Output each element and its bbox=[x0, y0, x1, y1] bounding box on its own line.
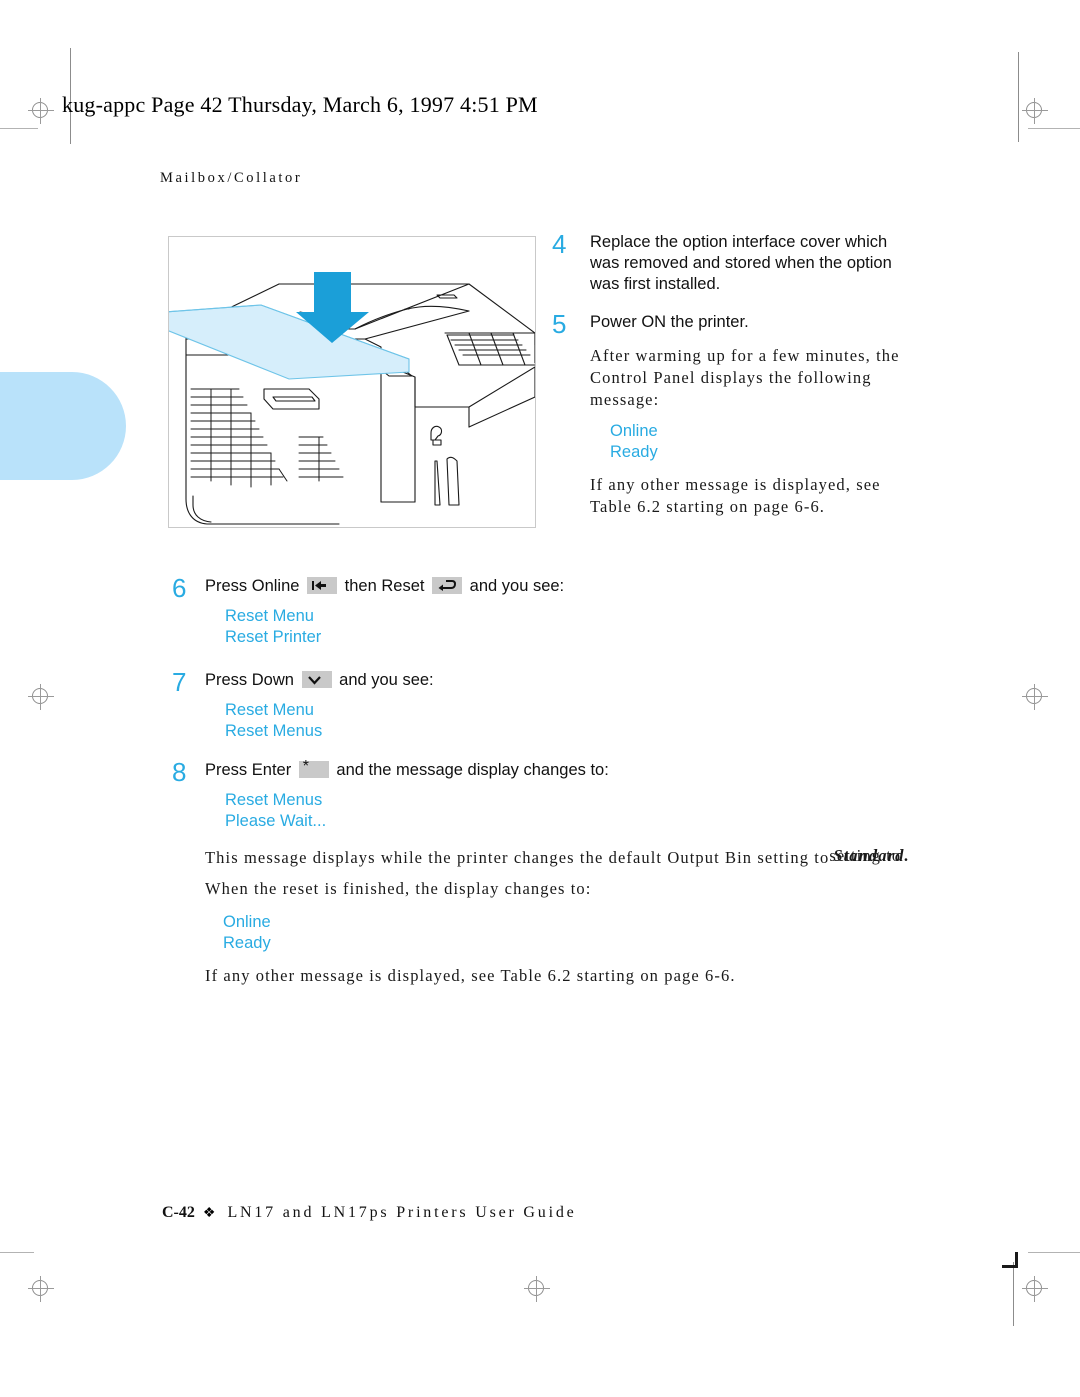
closing-display-line-2: Ready bbox=[223, 934, 271, 952]
trim-line-right bbox=[1018, 52, 1019, 142]
step-4-line-1: Replace the option interface cover which bbox=[590, 233, 888, 251]
printer-line-art bbox=[169, 272, 535, 525]
trim-line-top-right bbox=[1028, 128, 1080, 129]
manual-page: kug-appc Page 42 Thursday, March 6, 1997… bbox=[0, 0, 1080, 1397]
registration-mark-top-right bbox=[1022, 98, 1048, 124]
step-5-subparagraph: After warming up for a few minutes, the … bbox=[590, 345, 952, 411]
step-8-display-line-2: Please Wait... bbox=[225, 812, 327, 830]
step-5-sub-line-3: message: bbox=[590, 390, 660, 409]
step-8-display-message: Reset Menus Please Wait... bbox=[225, 790, 872, 832]
trim-line-bottom-edge-left bbox=[0, 1252, 34, 1253]
registration-mark-top-left bbox=[28, 98, 54, 124]
step-8-number: 8 bbox=[172, 757, 187, 787]
step-6-text-before: Press Online bbox=[205, 577, 300, 595]
closing-paragraph-1: This message displays while the printer … bbox=[205, 845, 925, 869]
step-8-text-after: and the message display changes to: bbox=[336, 761, 609, 779]
page-footer: C-42 ❖ LN17 and LN17ps Printers User Guide bbox=[162, 1204, 577, 1222]
down-key-icon[interactable] bbox=[301, 671, 332, 689]
step-5-sub-line-1: After warming up for a few minutes, the bbox=[590, 346, 900, 365]
step-7-display-line-1: Reset Menu bbox=[225, 701, 314, 719]
step-8-text: Press Enter * and the message display ch… bbox=[205, 758, 872, 781]
step-5-line-1: Power ON the printer. bbox=[590, 313, 749, 331]
printer-illustration-figure bbox=[168, 236, 536, 528]
step-4-number: 4 bbox=[552, 229, 567, 259]
online-key-icon[interactable] bbox=[307, 577, 338, 595]
step-6-text: Press Online then Reset and you see: bbox=[205, 576, 792, 597]
footer-page-number: C-42 bbox=[162, 1204, 195, 1221]
step-7-text: Press Down and you see: bbox=[205, 670, 792, 691]
step-7-display-line-2: Reset Menus bbox=[225, 722, 323, 740]
enter-key-icon[interactable]: * bbox=[298, 758, 329, 779]
closing-block: This message displays while the printer … bbox=[205, 845, 925, 987]
step-7-number: 7 bbox=[172, 667, 187, 697]
closing-paragraph-3: If any other message is displayed, see T… bbox=[205, 966, 736, 985]
registration-mark-middle-left bbox=[28, 684, 54, 710]
step-7-text-after: and you see: bbox=[339, 671, 434, 689]
step-5-display-line-1: Online bbox=[610, 422, 658, 440]
step-5-number: 5 bbox=[552, 309, 567, 339]
step-7-text-before: Press Down bbox=[205, 671, 294, 689]
closing-paragraph-1-main: This message displays while the printer … bbox=[205, 848, 830, 867]
asterisk-glyph: * bbox=[302, 758, 310, 776]
footer-diamond-icon: ❖ bbox=[202, 1206, 216, 1221]
step-4-line-3: was first installed. bbox=[590, 275, 721, 293]
closing-paragraph-2: When the reset is finished, the display … bbox=[205, 879, 592, 898]
closing-display-message: Online Ready bbox=[223, 912, 925, 954]
step-6-display-message: Reset Menu Reset Printer bbox=[225, 606, 792, 648]
step-7-display-message: Reset Menu Reset Menus bbox=[225, 700, 792, 742]
step-6-display-line-1: Reset Menu bbox=[225, 607, 314, 625]
corner-crop-mark-bottom-right bbox=[1002, 1252, 1018, 1268]
step-5-after-line-1: If any other message is displayed, see bbox=[590, 475, 881, 494]
step-8-text-before: Press Enter bbox=[205, 761, 292, 779]
reset-key-icon[interactable] bbox=[432, 577, 463, 595]
step-5-afterparagraph: If any other message is displayed, see T… bbox=[590, 474, 952, 518]
step-8-display-line-1: Reset Menus bbox=[225, 791, 323, 809]
footer-title: LN17 and LN17ps Printers User Guide bbox=[227, 1204, 577, 1221]
step-5-display-line-2: Ready bbox=[610, 443, 658, 461]
step-5-sub-line-2: Control Panel displays the following bbox=[590, 368, 872, 387]
option-interface-cover-strip bbox=[169, 304, 410, 380]
step-4-text: Replace the option interface cover which… bbox=[590, 232, 952, 295]
step-6: 6 Press Online then Reset and you see: R… bbox=[172, 573, 792, 648]
overlap-italic: Standard. bbox=[833, 846, 910, 865]
registration-mark-bottom-left bbox=[28, 1276, 54, 1302]
step-7: 7 Press Down and you see: Reset Menu Res… bbox=[172, 667, 792, 742]
step-6-text-after: and you see: bbox=[469, 577, 565, 595]
trim-line-bottom-right bbox=[1013, 1262, 1014, 1326]
registration-mark-bottom-center bbox=[524, 1276, 550, 1302]
step-6-display-line-2: Reset Printer bbox=[225, 628, 322, 646]
registration-mark-middle-right bbox=[1022, 684, 1048, 710]
overlapping-artifact-text: setting to Standard. bbox=[829, 845, 921, 865]
step-5-text: Power ON the printer. bbox=[590, 312, 952, 333]
step-5-after-line-2: Table 6.2 starting on page 6-6. bbox=[590, 497, 826, 516]
chapter-thumb-tab bbox=[0, 372, 126, 480]
file-stamp-header: kug-appc Page 42 Thursday, March 6, 1997… bbox=[62, 92, 538, 117]
running-head: Mailbox/Collator bbox=[160, 170, 303, 186]
step-5-display-message: Online Ready bbox=[610, 421, 952, 463]
trim-line-bottom-edge-right bbox=[1028, 1252, 1080, 1253]
closing-display-line-1: Online bbox=[223, 913, 271, 931]
registration-mark-bottom-right bbox=[1022, 1276, 1048, 1302]
step-4: 4 Replace the option interface cover whi… bbox=[552, 229, 952, 295]
step-5: 5 Power ON the printer. After warming up… bbox=[552, 309, 952, 518]
trim-line-top-left bbox=[0, 128, 38, 129]
step-4-line-2: was removed and stored when the option bbox=[590, 254, 892, 272]
step-8: 8 Press Enter * and the message display … bbox=[172, 757, 872, 832]
step-6-number: 6 bbox=[172, 573, 187, 603]
step-6-text-middle: then Reset bbox=[344, 577, 425, 595]
